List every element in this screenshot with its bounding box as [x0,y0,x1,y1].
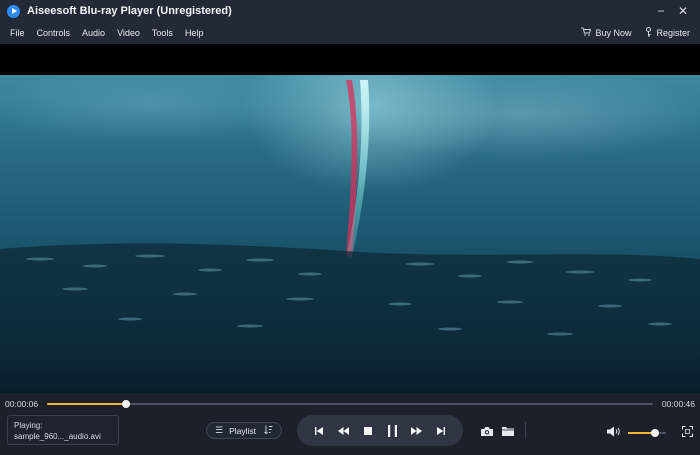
register-label: Register [656,28,690,38]
fast-forward-icon[interactable] [407,422,425,440]
control-bar: Playing: sample_960..._audio.avi ☰ Playl… [0,413,700,455]
playlist-button[interactable]: ☰ Playlist [206,422,282,439]
now-playing-label: Playing: [14,421,43,430]
window-title: Aiseesoft Blu-ray Player (Unregistered) [27,5,232,17]
close-button[interactable]: ✕ [672,0,694,22]
now-playing-file: sample_960..._audio.avi [14,432,101,441]
folder-icon[interactable] [499,423,517,439]
now-playing-box: Playing: sample_960..._audio.avi [7,415,119,445]
rewind-icon[interactable] [334,422,352,440]
control-divider [525,422,526,439]
seek-bar[interactable] [47,400,653,408]
skip-next-icon[interactable] [432,422,450,440]
speaker-icon[interactable] [605,423,623,439]
title-bar: Aiseesoft Blu-ray Player (Unregistered) … [0,0,700,22]
play-logo-icon [7,4,20,18]
video-scene [0,80,700,354]
stop-icon[interactable] [359,422,377,440]
menu-help[interactable]: Help [179,28,210,38]
menu-video[interactable]: Video [111,28,146,38]
seek-thumb[interactable] [121,400,130,408]
menu-controls[interactable]: Controls [31,28,77,38]
pause-icon[interactable] [383,422,401,440]
key-icon [645,26,652,40]
menu-audio[interactable]: Audio [76,28,111,38]
window-controls: − ✕ [650,0,694,22]
seek-bar-fill [47,403,126,405]
volume-slider[interactable] [628,429,666,437]
camera-icon[interactable] [478,423,496,439]
buy-now-link[interactable]: Buy Now [581,27,631,39]
minimize-button[interactable]: − [650,0,672,22]
menu-right-links: Buy Now Register [567,22,690,44]
elapsed-time: 00:00:06 [5,399,39,409]
menu-bar: File Controls Audio Video Tools Help Buy… [0,22,700,44]
video-display[interactable] [0,44,700,393]
buy-now-label: Buy Now [595,28,632,38]
menu-tools[interactable]: Tools [146,28,179,38]
list-icon: ☰ [214,425,224,435]
transport-controls [297,415,463,446]
register-link[interactable]: Register [645,26,690,40]
total-time: 00:00:46 [661,399,695,409]
volume-thumb[interactable] [650,429,659,437]
cart-icon [581,27,592,39]
fullscreen-icon[interactable] [678,423,696,439]
progress-row: 00:00:06 00:00:46 [0,395,700,413]
skip-previous-icon[interactable] [310,422,328,440]
playlist-label: Playlist [229,425,256,436]
sort-icon[interactable] [264,425,273,436]
menu-file[interactable]: File [4,28,31,38]
